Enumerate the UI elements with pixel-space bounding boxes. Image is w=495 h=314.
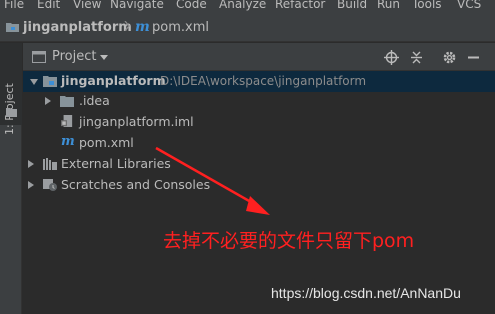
tree-root-label: jinganplatform [61, 73, 166, 88]
chevron-down-icon[interactable] [30, 79, 38, 85]
hide-icon[interactable] [466, 50, 481, 65]
menu-edit[interactable]: Edit [37, 0, 60, 11]
watermark: https://blog.csdn.net/AnNanDu [271, 285, 461, 301]
tree-pom-label: pom.xml [79, 135, 134, 150]
tree-scratches-label: Scratches and Consoles [61, 177, 211, 192]
tree-row-root[interactable]: jinganplatform D:\IDEA\workspace\jinganp… [23, 71, 495, 92]
menu-tools[interactable]: Tools [412, 0, 442, 11]
module-folder-icon [43, 76, 57, 87]
chevron-right-icon [124, 21, 130, 31]
folder-icon [6, 23, 19, 32]
menu-refactor[interactable]: Refactor [275, 0, 325, 11]
menu-build[interactable]: Build [337, 0, 367, 11]
libraries-icon [43, 158, 57, 170]
collapse-icon[interactable] [409, 50, 424, 65]
iml-file-icon [61, 115, 73, 127]
tree-row-idea[interactable]: .idea [23, 91, 495, 112]
chevron-right-icon[interactable] [28, 160, 34, 168]
gear-icon[interactable] [442, 50, 457, 65]
chevron-right-icon[interactable] [28, 181, 34, 189]
tree-idea-label: .idea [79, 93, 110, 108]
project-view-icon [32, 51, 46, 63]
navigation-bar: jinganplatform m pom.xml [0, 12, 495, 42]
tree-row-external-libraries[interactable]: External Libraries [23, 154, 495, 175]
menu-navigate[interactable]: Navigate [110, 0, 164, 11]
scratches-icon [43, 179, 57, 191]
menu-bar: File Edit View Navigate Code Analyze Ref… [0, 0, 495, 12]
menu-code[interactable]: Code [176, 0, 207, 11]
menu-view[interactable]: View [73, 0, 101, 11]
chevron-right-icon[interactable] [45, 97, 51, 105]
breadcrumb-file[interactable]: pom.xml [152, 20, 209, 35]
tree-row-scratches[interactable]: Scratches and Consoles [23, 175, 495, 196]
annotation-text: 去掉不必要的文件只留下pom [163, 230, 415, 252]
tree-row-iml[interactable]: jinganplatform.iml [23, 112, 495, 133]
project-panel-header: Project [23, 43, 495, 71]
locate-icon[interactable] [384, 50, 399, 65]
menu-vcs[interactable]: VCS [457, 0, 481, 11]
maven-icon: m [61, 134, 75, 149]
tool-window-strip: 1: Project [0, 43, 22, 314]
tree-external-label: External Libraries [61, 156, 171, 171]
folder-icon [60, 96, 74, 107]
panel-title[interactable]: Project [52, 49, 96, 64]
project-tree: jinganplatform D:\IDEA\workspace\jinganp… [23, 71, 495, 314]
tree-iml-label: jinganplatform.iml [79, 114, 194, 129]
tree-root-path: D:\IDEA\workspace\jinganplatform [160, 74, 367, 88]
maven-icon: m [135, 19, 150, 35]
folder-icon [6, 108, 17, 117]
breadcrumb-project[interactable]: jinganplatform [23, 20, 132, 35]
tree-row-pom[interactable]: m pom.xml [23, 133, 495, 154]
menu-file[interactable]: File [4, 0, 24, 11]
menu-run[interactable]: Run [377, 0, 400, 11]
menu-analyze[interactable]: Analyze [219, 0, 266, 11]
chevron-down-icon[interactable] [100, 55, 108, 60]
